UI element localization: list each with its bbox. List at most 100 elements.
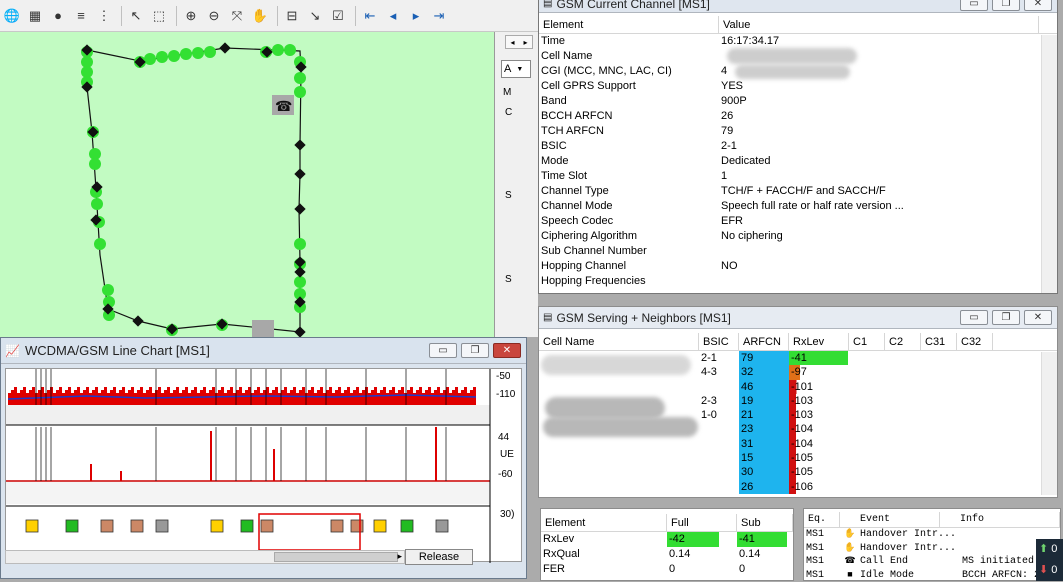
column-header[interactable]: ARFCN xyxy=(739,333,789,350)
route-map[interactable]: ☎ xyxy=(0,32,494,337)
table-row[interactable]: TCH ARFCN79 xyxy=(539,124,1057,139)
route-icon[interactable]: ↘ xyxy=(305,6,325,26)
map-view[interactable]: ☎ xyxy=(0,32,494,337)
table-row[interactable]: Hopping ChannelNO xyxy=(539,259,1057,274)
select-icon[interactable]: ⬚ xyxy=(149,6,169,26)
properties-icon[interactable]: ☑ xyxy=(328,6,348,26)
event-icon[interactable] xyxy=(436,520,448,532)
table-row[interactable]: Ciphering AlgorithmNo ciphering xyxy=(539,229,1057,244)
table-row[interactable]: Speech CodecEFR xyxy=(539,214,1057,229)
event-icon[interactable] xyxy=(211,520,223,532)
full-extent-icon[interactable]: ⤧ xyxy=(227,6,247,26)
event-icon[interactable] xyxy=(374,520,386,532)
selection-box[interactable] xyxy=(259,514,360,550)
event-icon[interactable] xyxy=(131,520,143,532)
measure-icon[interactable]: ⊟ xyxy=(282,6,302,26)
table-row[interactable]: 15-105 xyxy=(539,451,1057,465)
column-header[interactable]: Cell Name xyxy=(539,333,699,350)
event-icon[interactable] xyxy=(401,520,413,532)
pan-icon[interactable]: ✋ xyxy=(250,6,270,26)
line-chart[interactable] xyxy=(6,369,523,563)
column-header[interactable]: BSIC xyxy=(699,333,739,350)
table-row[interactable]: MS1✋Handover Intr... xyxy=(804,528,1060,542)
map-icon[interactable]: ▦ xyxy=(25,6,45,26)
column-header[interactable]: C2 xyxy=(885,333,921,350)
column-header[interactable]: Info xyxy=(940,512,1060,527)
panel-scroll-buttons[interactable]: ◂▸ xyxy=(505,35,533,49)
event-icon[interactable] xyxy=(331,520,343,532)
table-row[interactable]: Channel ModeSpeech full rate or half rat… xyxy=(539,199,1057,214)
table-row[interactable]: 31-104 xyxy=(539,437,1057,451)
table-row[interactable]: MS1✋Handover Intr... xyxy=(804,542,1060,556)
pointer-icon[interactable]: ↖ xyxy=(126,6,146,26)
restore-button[interactable]: ❐ xyxy=(992,310,1020,325)
table-row[interactable]: Cell GPRS SupportYES xyxy=(539,79,1057,94)
chart-area[interactable]: -50 -110 44 UE -60 30) xyxy=(5,368,522,562)
horizontal-scrollbar[interactable]: ▸ xyxy=(5,550,405,564)
minimize-button[interactable]: ▭ xyxy=(960,310,988,325)
event-icon[interactable] xyxy=(351,520,363,532)
column-header[interactable]: C31 xyxy=(921,333,957,350)
prev-icon[interactable]: ◂ xyxy=(383,6,403,26)
table-row[interactable]: 30-105 xyxy=(539,465,1057,479)
minimize-button[interactable]: ▭ xyxy=(960,0,988,11)
restore-button[interactable]: ❐ xyxy=(992,0,1020,11)
zoom-in-icon[interactable]: ⊕ xyxy=(181,6,201,26)
column-header[interactable]: Element xyxy=(541,514,667,531)
route-sample xyxy=(180,48,192,60)
layers-icon[interactable]: ≡ xyxy=(71,6,91,26)
column-header[interactable]: C32 xyxy=(957,333,993,350)
table-row[interactable]: BCCH ARFCN26 xyxy=(539,109,1057,124)
event-icon[interactable] xyxy=(26,520,38,532)
table-row[interactable]: Hopping Frequencies xyxy=(539,274,1057,289)
column-header[interactable]: RxLev xyxy=(789,333,849,350)
table-row[interactable]: ModeDedicated xyxy=(539,154,1057,169)
last-icon[interactable]: ⇥ xyxy=(429,6,449,26)
vertical-scrollbar[interactable] xyxy=(1041,35,1057,293)
next-icon[interactable]: ▸ xyxy=(406,6,426,26)
table-row[interactable]: 46-101 xyxy=(539,380,1057,394)
scroll-right-icon[interactable]: ▸ xyxy=(523,38,527,47)
table-row[interactable]: FER00 xyxy=(541,562,793,577)
close-button[interactable]: ✕ xyxy=(1024,310,1052,325)
event-icon[interactable] xyxy=(66,520,78,532)
globe-icon[interactable]: 🌐 xyxy=(2,6,22,26)
column-header[interactable]: Element xyxy=(539,16,719,33)
column-header[interactable]: Full xyxy=(667,514,737,531)
table-row[interactable]: Time Slot1 xyxy=(539,169,1057,184)
vertical-scrollbar[interactable] xyxy=(1041,352,1057,495)
close-button[interactable]: ✕ xyxy=(1024,0,1052,11)
scroll-right-icon[interactable]: ▸ xyxy=(397,551,402,562)
column-header[interactable]: C1 xyxy=(849,333,885,350)
event-icon[interactable] xyxy=(101,520,113,532)
table-row[interactable]: Channel TypeTCH/F + FACCH/F and SACCH/F xyxy=(539,184,1057,199)
scroll-thumb[interactable] xyxy=(274,552,398,562)
scroll-left-icon[interactable]: ◂ xyxy=(510,38,514,47)
earth-icon[interactable]: ● xyxy=(48,6,68,26)
zoom-out-icon[interactable]: ⊖ xyxy=(204,6,224,26)
event-icon[interactable] xyxy=(156,520,168,532)
table-row[interactable]: Band900P xyxy=(539,94,1057,109)
column-header[interactable]: Event xyxy=(840,512,940,527)
map-layer-dropdown[interactable]: A▼ xyxy=(501,60,531,78)
event-icon[interactable] xyxy=(261,520,273,532)
table-row[interactable]: RxLev-42-41 xyxy=(541,532,793,547)
table-row[interactable]: MS1■Idle ModeBCCH ARFCN: 2 xyxy=(804,569,1060,582)
table-row[interactable]: BSIC2-1 xyxy=(539,139,1057,154)
column-header[interactable]: Value xyxy=(719,16,1039,33)
event-icon[interactable] xyxy=(241,520,253,532)
table-row[interactable]: 26-106 xyxy=(539,480,1057,494)
table-row[interactable]: RxQual0.140.14 xyxy=(541,547,793,562)
close-button[interactable]: ✕ xyxy=(493,343,521,358)
column-header[interactable]: Eq. xyxy=(804,512,840,527)
restore-button[interactable]: ❐ xyxy=(461,343,489,358)
table-row[interactable]: Sub Channel Number xyxy=(539,244,1057,259)
release-button[interactable]: Release xyxy=(405,549,473,565)
first-icon[interactable]: ⇤ xyxy=(360,6,380,26)
table-row[interactable]: MS1☎Call EndMS initiated xyxy=(804,555,1060,569)
table-row[interactable]: Time16:17:34.17 xyxy=(539,34,1057,49)
phone-icon[interactable] xyxy=(252,320,274,337)
minimize-button[interactable]: ▭ xyxy=(429,343,457,358)
list-icon[interactable]: ⋮ xyxy=(94,6,114,26)
column-header[interactable]: Sub xyxy=(737,514,793,531)
